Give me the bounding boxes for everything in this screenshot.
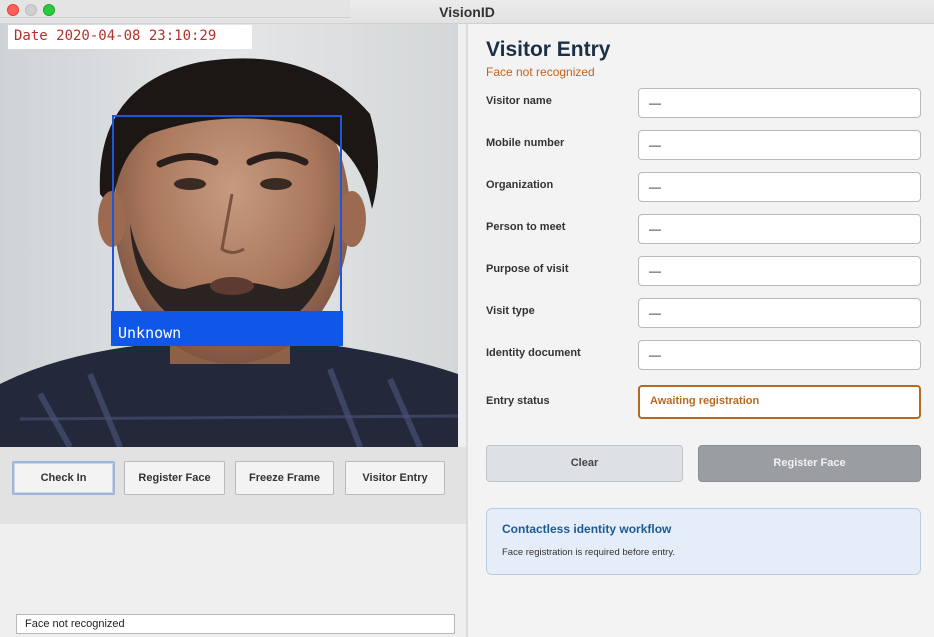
register-face-camera-button[interactable]: Register Face: [124, 461, 225, 495]
identity-document-field[interactable]: —: [638, 340, 921, 370]
freeze-frame-button[interactable]: Freeze Frame: [235, 461, 334, 495]
date-stamp: Date 2020-04-08 23:10:29: [8, 25, 252, 49]
clear-button[interactable]: Clear: [486, 445, 683, 482]
identity-document-label: Identity document: [486, 347, 581, 359]
visit-type-label: Visit type: [486, 305, 535, 317]
camera-panel: Date 2020-04-08 23:10:29 Unknown Check I…: [0, 24, 466, 637]
mobile-number-field[interactable]: —: [638, 130, 921, 160]
face-detection-label: Unknown: [111, 311, 343, 346]
camera-feed: Date 2020-04-08 23:10:29 Unknown: [0, 24, 458, 447]
entry-status-field: Awaiting registration: [638, 385, 921, 419]
purpose-of-visit-field[interactable]: —: [638, 256, 921, 286]
title-bar: VisionID: [0, 0, 934, 24]
check-in-button[interactable]: Check In: [12, 461, 115, 495]
status-bar-field: Face not recognized: [16, 614, 455, 634]
visitor-name-label: Visitor name: [486, 95, 552, 107]
app-window: VisionID Date 2020-04-08 23:10:29 Unknow…: [0, 0, 934, 637]
organization-label: Organization: [486, 179, 554, 191]
register-face-button[interactable]: Register Face: [698, 445, 921, 482]
camera-button-strip: Check In Register Face Freeze Frame Visi…: [0, 447, 466, 524]
window-title: VisionID: [439, 4, 495, 20]
visitor-entry-panel: Visitor Entry Face not recognized Visito…: [466, 24, 934, 637]
visit-type-field[interactable]: —: [638, 298, 921, 328]
info-card-title: Contactless identity workflow: [502, 522, 672, 536]
form-title: Visitor Entry: [486, 38, 611, 61]
form-subtitle: Face not recognized: [486, 65, 595, 79]
person-to-meet-field[interactable]: —: [638, 214, 921, 244]
entry-status-label: Entry status: [486, 395, 550, 407]
visitor-entry-button[interactable]: Visitor Entry: [345, 461, 445, 495]
info-card-text: Face registration is required before ent…: [502, 547, 676, 558]
purpose-of-visit-label: Purpose of visit: [486, 263, 569, 275]
organization-field[interactable]: —: [638, 172, 921, 202]
visitor-name-field[interactable]: —: [638, 88, 921, 118]
info-card: Contactless identity workflow Face regis…: [486, 508, 921, 575]
mobile-number-label: Mobile number: [486, 137, 565, 149]
person-to-meet-label: Person to meet: [486, 221, 566, 233]
